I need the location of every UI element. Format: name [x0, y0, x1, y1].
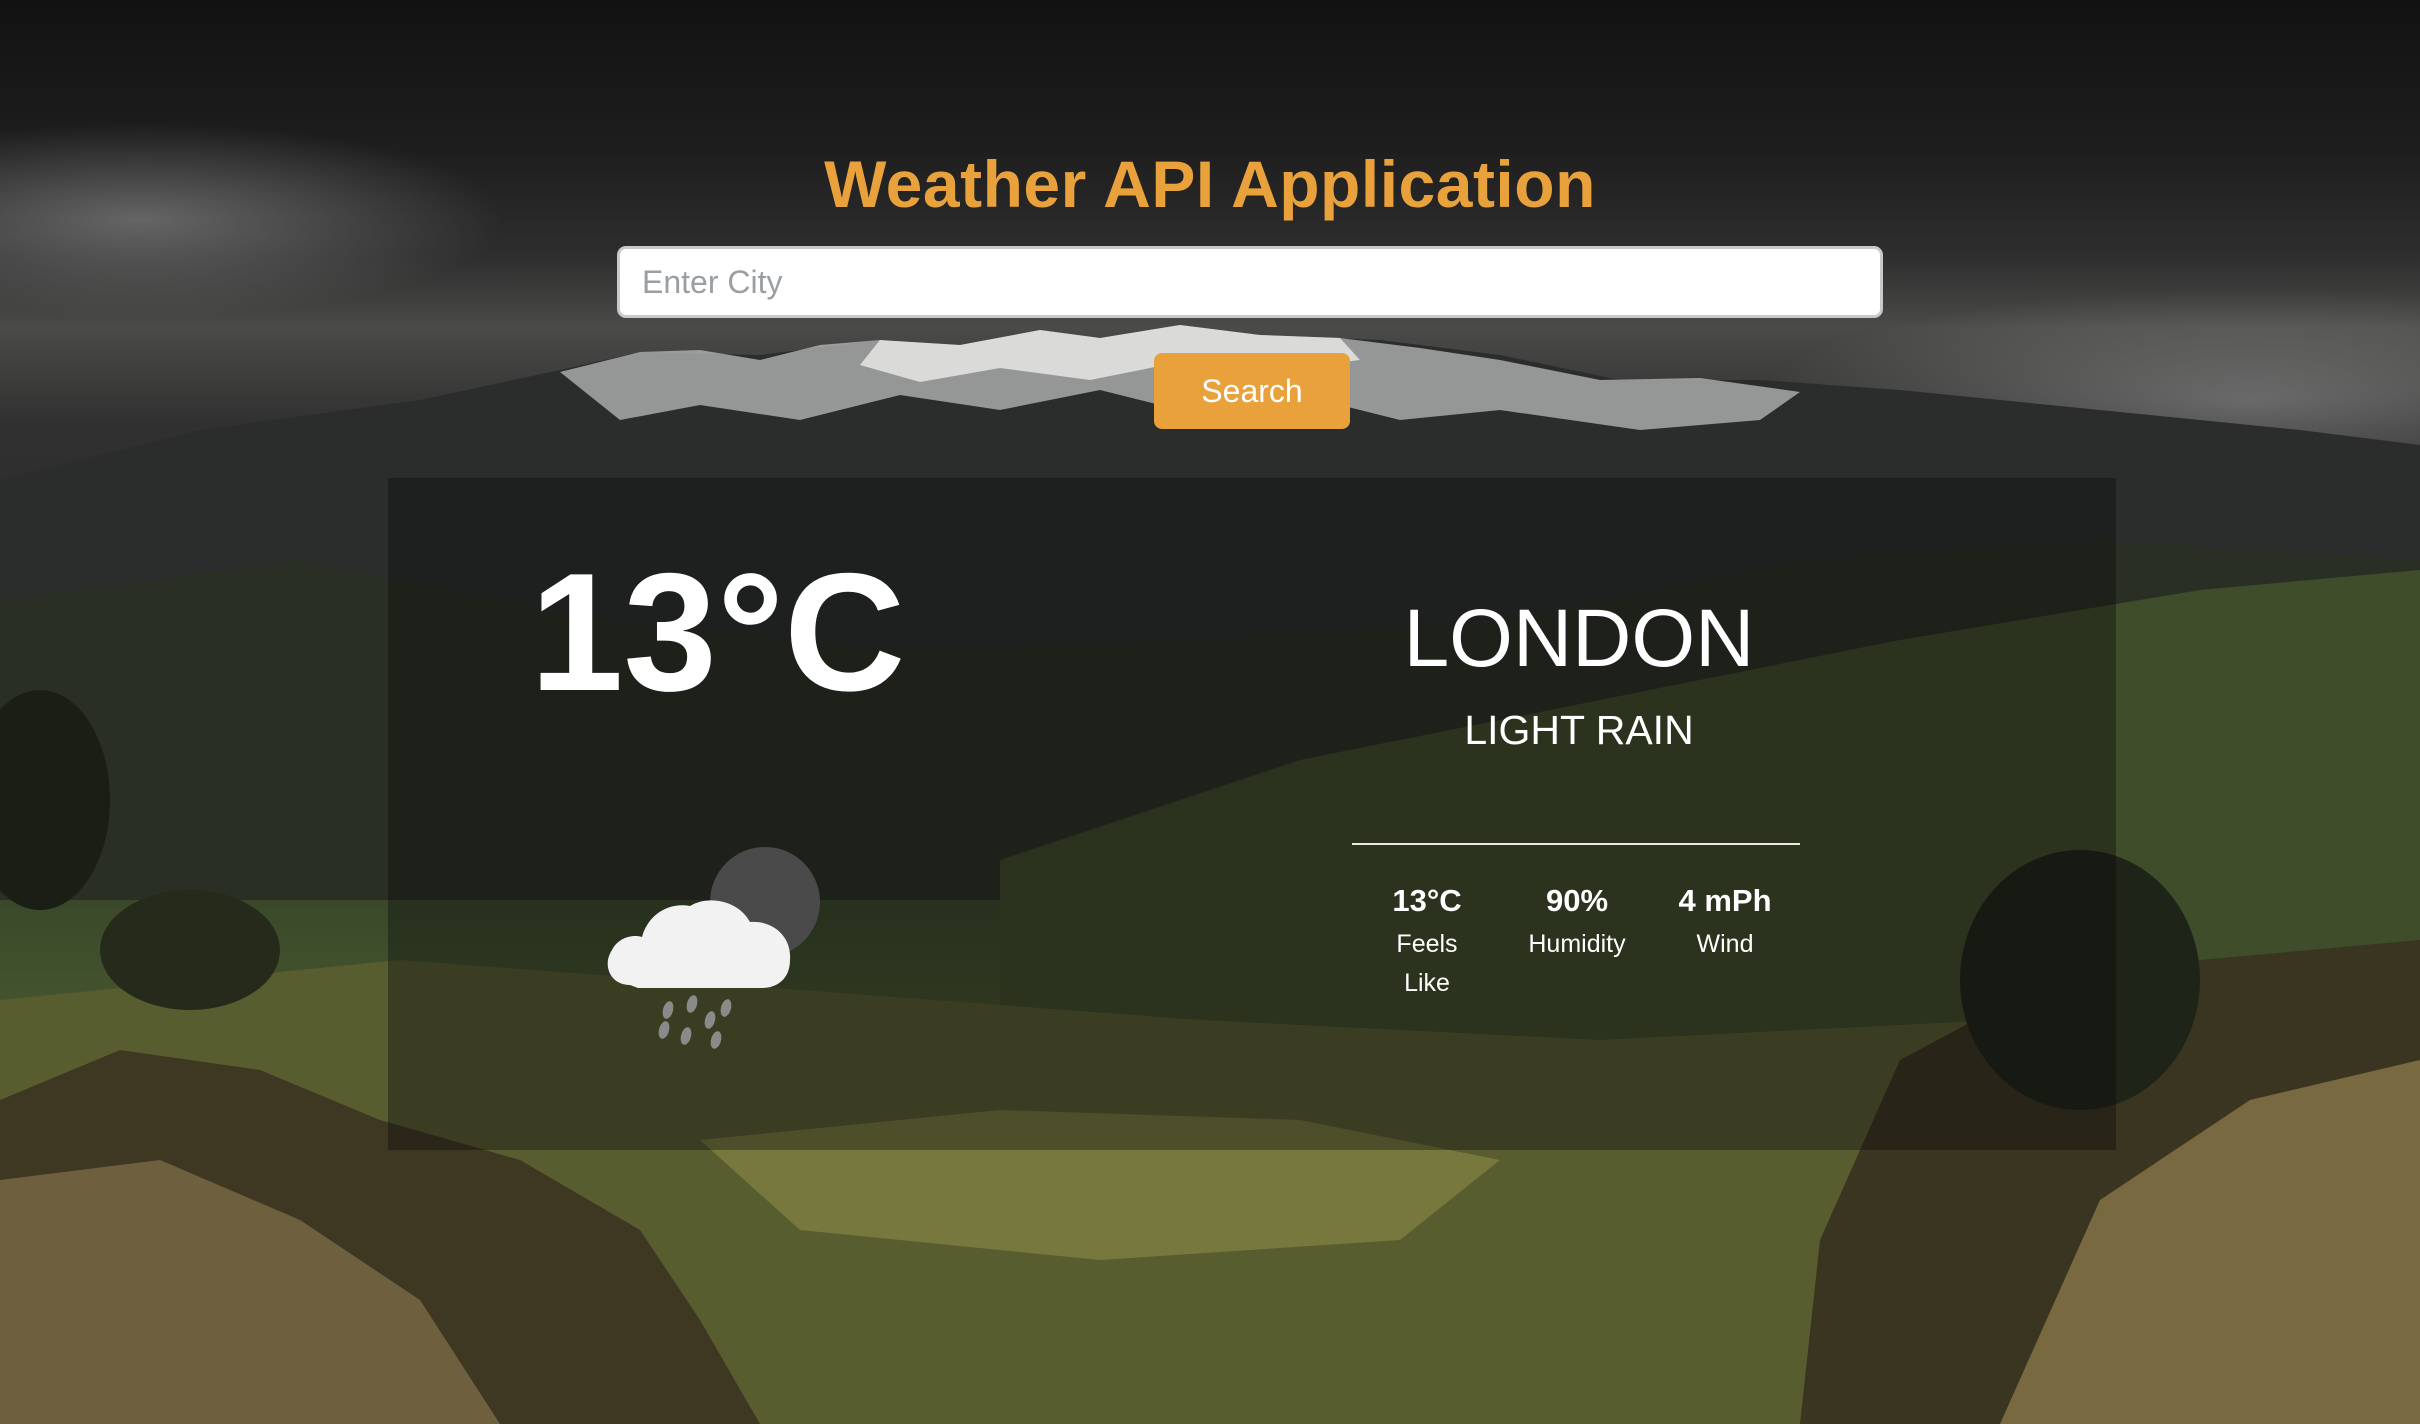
weather-app-page: Weather API Application Search 13°C LOND…: [0, 0, 2420, 1424]
feels-like-value: 13°C: [1392, 883, 1462, 918]
app-title: Weather API Application: [824, 147, 1596, 222]
search-button[interactable]: Search: [1154, 353, 1350, 429]
cloud-rain-moon-icon: [607, 847, 820, 1049]
humidity-value: 90%: [1545, 883, 1609, 918]
stat-feels-like: 13°C Feels Like: [1352, 882, 1502, 1003]
stat-wind: 4 mPh Wind: [1650, 882, 1800, 964]
wind-value: 4 mPh: [1678, 883, 1772, 918]
city-name: LONDON: [1403, 593, 1755, 684]
wind-label: Wind: [1696, 930, 1754, 959]
city-search-input[interactable]: [617, 246, 1883, 318]
feels-like-label: Feels Like: [1396, 930, 1458, 997]
stat-humidity: 90% Humidity: [1502, 882, 1652, 964]
divider: [1352, 843, 1800, 845]
current-temperature: 13°C: [530, 538, 906, 726]
humidity-label: Humidity: [1528, 930, 1626, 959]
weather-description: LIGHT RAIN: [1464, 707, 1694, 753]
